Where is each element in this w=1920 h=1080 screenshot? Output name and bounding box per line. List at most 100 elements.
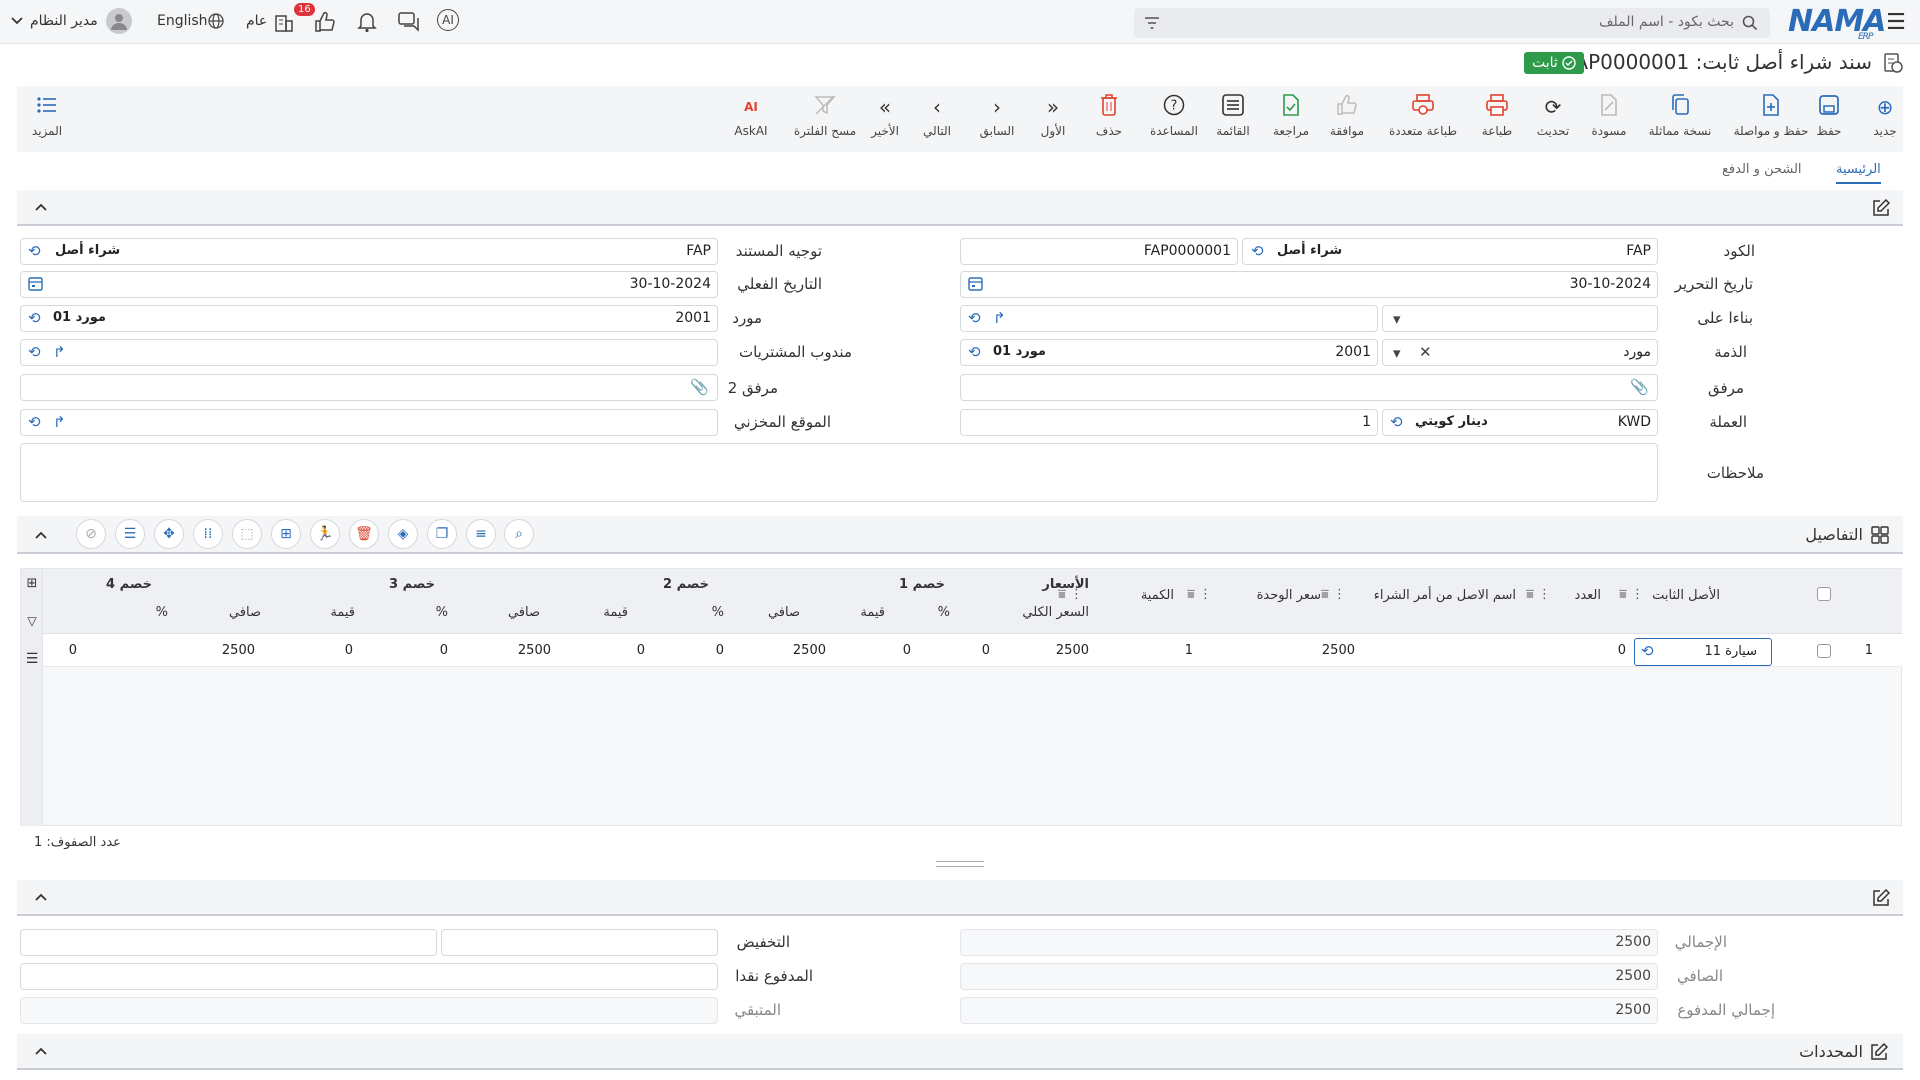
- paperclip-icon[interactable]: 📎: [1630, 378, 1649, 396]
- code-number-field[interactable]: FAP0000001: [960, 238, 1238, 265]
- header-d2-pct[interactable]: %: [712, 605, 724, 620]
- more-button[interactable]: المزيد: [17, 94, 77, 138]
- edit-icon[interactable]: [1871, 888, 1891, 908]
- doc-direction-field[interactable]: FAP شراء أصل ⟲: [20, 238, 718, 265]
- purchase-rep-field[interactable]: ⟲ ↱: [20, 339, 718, 366]
- chevron-down-icon[interactable]: [10, 14, 24, 28]
- header-d4-pct[interactable]: %: [156, 605, 168, 620]
- grid-copy-button[interactable]: ❐: [427, 519, 457, 549]
- approve-button[interactable]: موافقة: [1317, 94, 1377, 138]
- search-icon[interactable]: ⟲: [1641, 642, 1654, 660]
- chevron-up-icon[interactable]: [33, 527, 49, 543]
- date-field[interactable]: 30-10-2024: [960, 271, 1658, 298]
- grid-search-button[interactable]: ⌕: [504, 519, 534, 549]
- next-button[interactable]: ‹ التالي: [907, 94, 967, 138]
- thumbs-up-icon[interactable]: [312, 9, 338, 35]
- grid-filter-button[interactable]: ☰: [115, 519, 145, 549]
- share-icon[interactable]: ↱: [53, 413, 66, 431]
- edit-icon[interactable]: [1869, 1042, 1889, 1062]
- filter-icon[interactable]: [1144, 16, 1160, 30]
- language-switch[interactable]: English: [157, 13, 208, 29]
- chevron-up-icon[interactable]: [33, 889, 49, 905]
- column-filter-icon[interactable]: ⩸ ⋮: [1321, 587, 1346, 602]
- header-d3-val[interactable]: قيمة: [330, 605, 355, 620]
- grid-run-button[interactable]: 🏃: [310, 519, 340, 549]
- tab-main[interactable]: الرئيسية: [1836, 162, 1881, 184]
- chat-icon[interactable]: [396, 9, 422, 35]
- search-icon[interactable]: ⟲: [28, 343, 41, 361]
- header-d1-net[interactable]: صافي: [768, 605, 800, 620]
- share-icon[interactable]: ↱: [993, 309, 1006, 327]
- discount-value-field[interactable]: [20, 929, 437, 956]
- header-d3-pct[interactable]: %: [436, 605, 448, 620]
- header-count[interactable]: العدد: [1575, 588, 1601, 603]
- grid-move-button[interactable]: ✥: [154, 519, 184, 549]
- multi-print-button[interactable]: طباعة متعددة: [1377, 94, 1469, 138]
- search-input[interactable]: بحث بكود - اسم الملف: [1134, 8, 1770, 38]
- code-field[interactable]: FAP شراء أصل ⟲: [1242, 238, 1658, 265]
- help-button[interactable]: ? المساعدة: [1139, 94, 1209, 138]
- paperclip-icon[interactable]: 📎: [690, 378, 709, 396]
- copy-button[interactable]: نسخة مماثلة: [1639, 94, 1721, 138]
- grid-clear-filter-button[interactable]: ⊘: [76, 519, 106, 549]
- print-button[interactable]: طباعة: [1467, 94, 1527, 138]
- grid-sort-button[interactable]: ≡: [466, 519, 496, 549]
- askai-button[interactable]: AI AskAI: [721, 94, 781, 138]
- grid-delete-button[interactable]: 🗑: [349, 519, 379, 549]
- based-on-type-select[interactable]: ▾: [1382, 305, 1658, 332]
- previous-button[interactable]: › السابق: [967, 94, 1027, 138]
- public-label[interactable]: عام: [246, 13, 267, 29]
- row-checkbox[interactable]: [1817, 644, 1831, 658]
- tab-shipping[interactable]: الشحن و الدفع: [1722, 162, 1802, 177]
- grid-layers-button[interactable]: ◈: [388, 519, 418, 549]
- search-icon[interactable]: ⟲: [28, 242, 41, 260]
- column-filter-icon[interactable]: ⩸ ⋮: [1058, 587, 1083, 602]
- globe-icon[interactable]: [207, 12, 225, 30]
- header-d3-net[interactable]: صافي: [229, 605, 261, 620]
- asset-cell-input[interactable]: سيارة 11 ⟲: [1634, 638, 1772, 666]
- bell-icon[interactable]: [354, 9, 380, 35]
- delete-button[interactable]: حذف: [1079, 94, 1139, 138]
- grid-fit-button[interactable]: ⬚: [232, 519, 262, 549]
- header-asset[interactable]: الأصل الثابت: [1652, 588, 1720, 603]
- chevron-up-icon[interactable]: [33, 199, 49, 215]
- currency-rate-field[interactable]: 1: [960, 409, 1378, 436]
- based-on-field[interactable]: ⟲ ↱: [960, 305, 1378, 332]
- header-d2-net[interactable]: صافي: [508, 605, 540, 620]
- draft-button[interactable]: مسودة: [1579, 94, 1639, 138]
- ai-icon[interactable]: AI: [437, 9, 459, 31]
- list-button[interactable]: القائمة: [1203, 94, 1263, 138]
- share-icon[interactable]: ↱: [53, 343, 66, 361]
- grid-table-button[interactable]: ⊞: [271, 519, 301, 549]
- search-icon[interactable]: ⟲: [968, 309, 981, 327]
- header-d1-val[interactable]: قيمة: [860, 605, 885, 620]
- header-total-price[interactable]: السعر الكلي: [1022, 605, 1089, 620]
- column-filter-icon[interactable]: ⩸ ⋮: [1619, 587, 1644, 602]
- calendar-icon[interactable]: [968, 276, 983, 295]
- select-all-checkbox[interactable]: [1817, 587, 1831, 601]
- menu-icon[interactable]: ☰: [24, 651, 40, 667]
- header-po-asset-name[interactable]: اسم الاصل من أمر الشراء: [1374, 588, 1516, 603]
- notes-textarea[interactable]: [20, 443, 1658, 502]
- chevron-up-icon[interactable]: [33, 1043, 49, 1059]
- header-quantity[interactable]: الكمية: [1141, 588, 1174, 603]
- discount-percent-field[interactable]: [441, 929, 718, 956]
- filter-icon[interactable]: ▽: [24, 613, 40, 629]
- search-icon[interactable]: ⟲: [1251, 242, 1264, 260]
- search-icon[interactable]: ⟲: [1390, 413, 1403, 431]
- supplier-field[interactable]: 2001 مورد 01 ⟲: [20, 305, 718, 332]
- new-button[interactable]: ⊕ جديد: [1855, 94, 1915, 138]
- actual-date-field[interactable]: 30-10-2024: [20, 271, 718, 298]
- edit-icon[interactable]: [1871, 198, 1891, 218]
- calendar-icon[interactable]: [28, 276, 43, 295]
- clear-filter-button[interactable]: مسح الفلترة: [789, 94, 861, 138]
- column-filter-icon[interactable]: ⩸ ⋮: [1187, 587, 1212, 602]
- warehouse-field[interactable]: ⟲ ↱: [20, 409, 718, 436]
- table-settings-icon[interactable]: ⊞: [24, 575, 40, 591]
- search-icon[interactable]: ⟲: [28, 413, 41, 431]
- close-icon[interactable]: ✕: [1419, 343, 1432, 361]
- user-name[interactable]: مدير النظام: [30, 13, 98, 29]
- column-filter-icon[interactable]: ⩸ ⋮: [1526, 587, 1551, 602]
- last-button[interactable]: «الأخير: [855, 94, 915, 138]
- menu-icon[interactable]: ☰: [1884, 10, 1908, 35]
